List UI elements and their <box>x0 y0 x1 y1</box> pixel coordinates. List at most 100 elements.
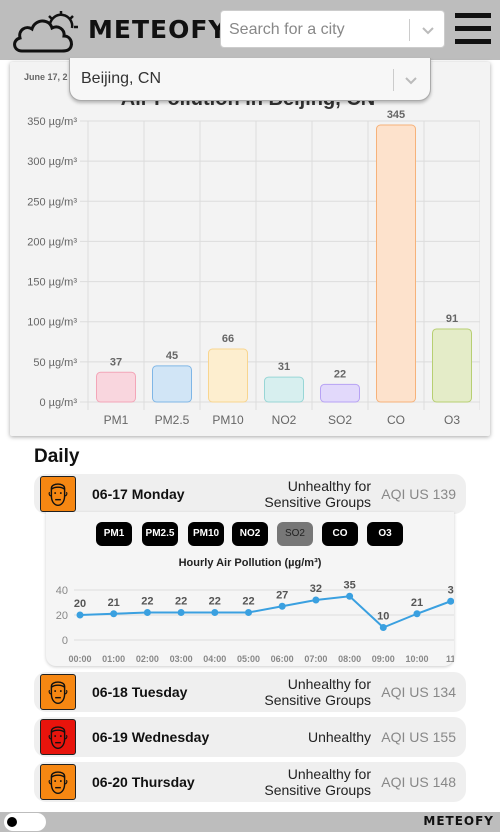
chevron-down-icon[interactable] <box>402 71 420 89</box>
face-icon <box>40 764 76 800</box>
bar-co <box>376 124 416 403</box>
y-tick-label: 20 <box>56 610 68 622</box>
y-tick-label: 0 <box>62 635 68 647</box>
aqi-category-line1: Unhealthy for <box>287 766 371 782</box>
app-logo-text: METEOFY <box>88 15 228 44</box>
x-tick-label: PM1 <box>104 413 129 427</box>
bar-value-label: 37 <box>110 356 122 368</box>
menu-icon[interactable] <box>455 13 491 45</box>
aqi-category: Unhealthy <box>221 729 371 745</box>
hourly-value-label: 20 <box>74 598 86 610</box>
bar-value-label: 66 <box>222 333 234 345</box>
y-tick-label: 350 µg/m³ <box>27 116 77 128</box>
y-tick-label: 0 µg/m³ <box>39 397 77 409</box>
hourly-value-label: 10 <box>377 611 389 623</box>
city-search-box[interactable] <box>220 10 445 48</box>
hourly-value-label: 22 <box>175 596 187 608</box>
aqi-category: Unhealthy for Sensitive Groups <box>221 766 371 798</box>
aqi-category-line1: Unhealthy for <box>287 478 371 494</box>
bar-so2 <box>320 383 360 403</box>
x-tick-label: SO2 <box>328 413 352 427</box>
x-tick-label: 05:00 <box>237 654 260 664</box>
pollutant-bar-chart: 0 µg/m³ 50 µg/m³ 100 µg/m³ 150 µg/m³ 200 µg/… <box>27 109 480 427</box>
bar-pm2-5 <box>152 365 192 403</box>
hourly-point <box>312 596 320 604</box>
tab-no2[interactable]: NO2 <box>232 522 268 546</box>
tab-so2[interactable]: SO2 <box>277 522 313 546</box>
x-tick-label: 04:00 <box>203 654 226 664</box>
city-search-input[interactable] <box>229 19 409 41</box>
hourly-point <box>245 609 252 616</box>
hourly-value-label: 22 <box>209 596 221 608</box>
chevron-down-icon[interactable] <box>419 21 437 39</box>
face-icon <box>40 476 76 512</box>
bar-o3 <box>432 328 472 403</box>
cloud-sun-logo-icon <box>13 11 78 53</box>
face-icon <box>40 674 76 710</box>
bar-value-label: 22 <box>334 368 346 380</box>
y-tick-label: 50 µg/m³ <box>33 357 77 369</box>
y-tick-label: 40 <box>56 585 68 597</box>
footer-logo-text: METEOFY <box>423 814 494 828</box>
city-select-value: Beijing, CN <box>81 70 162 87</box>
x-tick-label: 11 <box>446 654 454 664</box>
hourly-point <box>346 592 354 600</box>
search-divider <box>409 19 410 41</box>
hourly-point <box>278 602 286 610</box>
theme-toggle[interactable] <box>4 813 46 831</box>
aqi-value: AQI US 134 <box>381 684 456 700</box>
day-date: 06-17 Monday <box>92 486 185 502</box>
x-tick-label: CO <box>387 413 405 427</box>
y-tick-label: 250 µg/m³ <box>27 196 77 208</box>
day-row-1[interactable]: 06-18 Tuesday Unhealthy for Sensitive Gr… <box>34 672 466 712</box>
y-tick-label: 100 µg/m³ <box>27 317 77 329</box>
aqi-value: AQI US 155 <box>381 729 456 745</box>
app-header: METEOFY <box>0 0 500 60</box>
hourly-chart-title: Hourly Air Pollution (µg/m³) <box>178 557 322 569</box>
chart-date: June 17, 2 <box>24 72 68 82</box>
hourly-value-label: 27 <box>276 589 288 601</box>
x-tick-label: PM2.5 <box>155 413 190 427</box>
day-date: 06-18 Tuesday <box>92 684 188 700</box>
day-date: 06-20 Thursday <box>92 774 195 790</box>
tab-pm1[interactable]: PM1 <box>96 522 132 546</box>
x-tick-label: 09:00 <box>372 654 395 664</box>
day-date: 06-19 Wednesday <box>92 729 210 745</box>
bar-pm1 <box>96 371 136 403</box>
tab-o3[interactable]: O3 <box>367 522 403 546</box>
hourly-value-label: 21 <box>108 597 120 609</box>
tab-pm2-5[interactable]: PM2.5 <box>142 522 178 546</box>
x-tick-label: 07:00 <box>304 654 327 664</box>
hourly-value-label: 22 <box>141 596 153 608</box>
select-divider <box>393 69 394 91</box>
x-tick-label: PM10 <box>212 413 244 427</box>
aqi-category-line1: Unhealthy for <box>287 676 371 692</box>
bar-value-label: 31 <box>278 361 290 373</box>
hourly-value-label: 35 <box>343 579 355 591</box>
aqi-value: AQI US 139 <box>381 486 456 502</box>
aqi-category-line2: Sensitive Groups <box>264 782 371 798</box>
x-tick-label: 10:00 <box>405 654 428 664</box>
tab-co[interactable]: CO <box>322 522 358 546</box>
x-tick-label: O3 <box>444 413 460 427</box>
hourly-value-label: 32 <box>310 583 322 595</box>
day-row-2[interactable]: 06-19 Wednesday Unhealthy AQI US 155 <box>34 717 466 757</box>
aqi-category-line2: Sensitive Groups <box>264 494 371 510</box>
aqi-category-line1: Unhealthy <box>307 729 371 745</box>
aqi-category-line2: Sensitive Groups <box>264 692 371 708</box>
y-tick-label: 300 µg/m³ <box>27 156 77 168</box>
x-tick-label: 00:00 <box>68 654 91 664</box>
x-tick-label: 06:00 <box>271 654 294 664</box>
hourly-series-line <box>79 595 452 629</box>
face-icon <box>40 719 76 755</box>
hourly-point <box>143 609 151 616</box>
hourly-value-label: 22 <box>242 596 254 608</box>
city-select-dropdown[interactable]: Beijing, CN <box>69 58 431 101</box>
day-row-3[interactable]: 06-20 Thursday Unhealthy for Sensitive G… <box>34 762 466 802</box>
x-tick-label: NO2 <box>272 413 297 427</box>
day-row-0[interactable]: 06-17 Monday Unhealthy for Sensitive Gro… <box>34 474 466 514</box>
tab-pm10[interactable]: PM10 <box>188 522 224 546</box>
bar-value-label: 345 <box>387 109 405 121</box>
aqi-value: AQI US 148 <box>381 774 456 790</box>
x-tick-label: 03:00 <box>170 654 193 664</box>
